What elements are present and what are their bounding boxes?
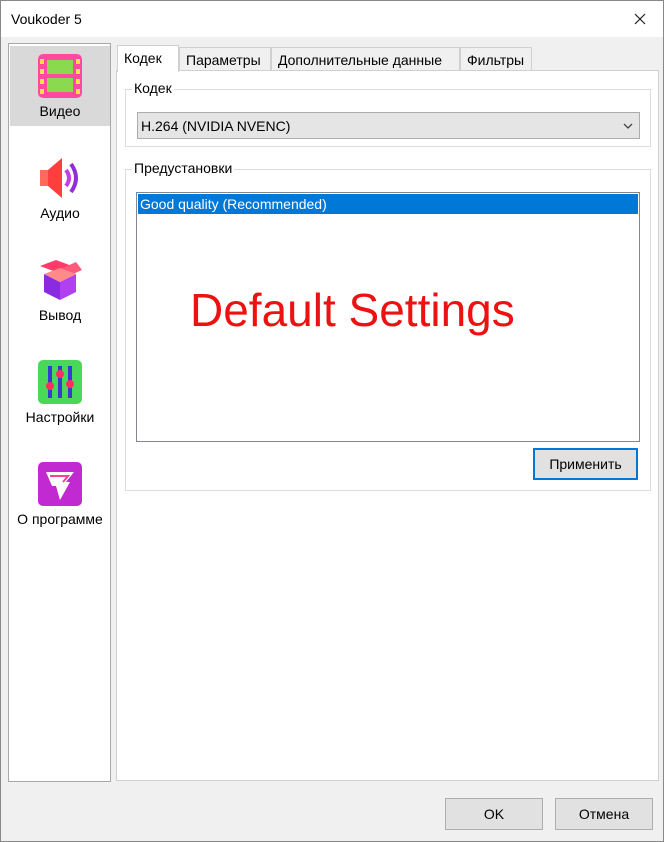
box-icon — [40, 260, 82, 300]
list-item[interactable]: Good quality (Recommended) — [138, 194, 638, 214]
chevron-down-icon — [623, 123, 633, 129]
codec-group: Кодек H.264 (NVIDIA NVENC) — [125, 80, 651, 147]
tab-codec[interactable]: Кодек — [117, 45, 179, 72]
default-settings-overlay: Default Settings — [190, 284, 515, 336]
sidebar-item-about[interactable]: О программе — [10, 454, 110, 534]
close-icon — [634, 13, 646, 25]
sidebar-item-video[interactable]: Видео — [10, 46, 110, 126]
codec-select-value: H.264 (NVIDIA NVENC) — [141, 118, 291, 134]
tab-extra-data[interactable]: Дополнительные данные — [271, 47, 460, 71]
sidebar-item-settings[interactable]: Настройки — [10, 352, 110, 432]
cancel-button[interactable]: Отмена — [555, 798, 653, 830]
sidebar-item-audio[interactable]: Аудио — [10, 148, 110, 228]
codec-select[interactable]: H.264 (NVIDIA NVENC) — [137, 112, 640, 139]
sliders-icon — [38, 360, 82, 404]
category-sidebar: Видео Аудио Вывод Настройки О программе — [8, 43, 111, 782]
ok-button[interactable]: OK — [445, 798, 543, 830]
presets-group-label: Предустановки — [132, 160, 235, 176]
close-button[interactable] — [617, 1, 663, 37]
tab-parameters[interactable]: Параметры — [179, 47, 271, 71]
codec-panel: Кодек H.264 (NVIDIA NVENC) Предустановки… — [116, 70, 659, 781]
film-icon — [38, 54, 82, 98]
sidebar-item-label: Вывод — [38, 307, 82, 323]
voukoder-dialog: Voukoder 5 Видео Аудио Вывод Настройки О… — [0, 0, 664, 842]
apply-button[interactable]: Применить — [533, 448, 638, 480]
tab-filters[interactable]: Фильтры — [460, 47, 532, 71]
codec-group-label: Кодек — [132, 80, 174, 96]
info-logo-icon — [38, 462, 82, 506]
title-bar: Voukoder 5 — [1, 1, 663, 37]
window-title: Voukoder 5 — [11, 11, 82, 27]
sidebar-item-label: О программе — [17, 511, 103, 527]
sidebar-item-label: Настройки — [25, 409, 95, 425]
sidebar-item-label: Аудио — [40, 205, 80, 221]
speaker-icon — [40, 158, 78, 198]
sidebar-item-output[interactable]: Вывод — [10, 250, 110, 330]
sidebar-item-label: Видео — [39, 103, 81, 119]
